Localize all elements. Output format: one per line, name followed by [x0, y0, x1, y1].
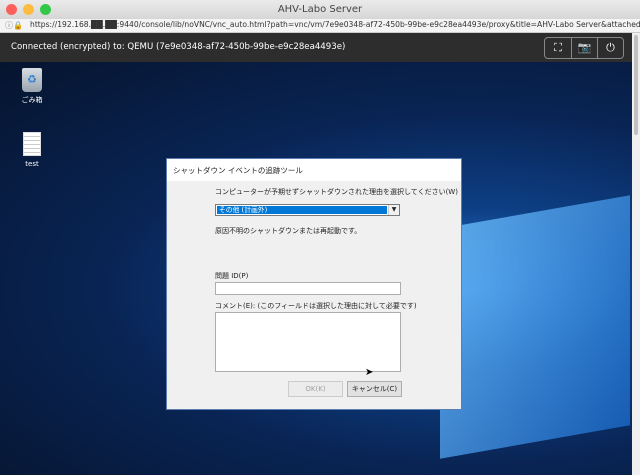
reason-select[interactable]: その他 (計画外) ▼: [215, 204, 400, 216]
scrollbar[interactable]: [632, 33, 640, 475]
url-text[interactable]: https://192.168.██.██:9440/console/lib/n…: [30, 20, 640, 29]
shutdown-event-tracker-dialog: シャットダウン イベントの追跡ツール コンピューターが予期せずシャットダウンされ…: [166, 158, 462, 410]
maximize-window-button[interactable]: [40, 4, 51, 15]
recycle-bin-icon: ♻: [22, 68, 42, 92]
window-titlebar: AHV-Labo Server: [0, 0, 640, 19]
comment-label: コメント(E): (このフィールドは選択した理由に対して必要です): [215, 302, 417, 310]
reason-selected-value: その他 (計画外): [217, 206, 387, 214]
document-icon: [23, 132, 41, 156]
problem-id-label: 問題 ID(P): [215, 272, 249, 280]
power-icon[interactable]: ⏻: [597, 38, 623, 58]
ok-button[interactable]: OK(K): [288, 381, 343, 397]
chevron-down-icon[interactable]: ▼: [388, 205, 399, 215]
address-bar[interactable]: ⓘ🔒 https://192.168.██.██:9440/console/li…: [0, 19, 640, 33]
problem-id-input[interactable]: [215, 282, 401, 295]
camera-icon[interactable]: 📷: [571, 38, 597, 58]
icon-label: test: [25, 160, 39, 168]
comment-textarea[interactable]: [215, 312, 401, 372]
mouse-cursor-icon: ➤: [365, 367, 374, 378]
icon-label: ごみ箱: [21, 96, 43, 104]
info-lock-icon[interactable]: ⓘ🔒: [5, 20, 23, 31]
reason-description: 原因不明のシャットダウンまたは再起動です。: [215, 227, 362, 235]
connection-status: Connected (encrypted) to: QEMU (7e9e0348…: [11, 42, 346, 52]
desktop-icon-test[interactable]: test: [12, 132, 52, 168]
reason-prompt: コンピューターが予期せずシャットダウンされた理由を選択してください(W): [215, 188, 458, 196]
cancel-button[interactable]: キャンセル(C): [347, 381, 402, 397]
windows-logo-wallpaper: [440, 195, 630, 459]
window-title: AHV-Labo Server: [277, 4, 363, 15]
network-icon[interactable]: ⛶: [545, 38, 571, 58]
dialog-title: シャットダウン イベントの追跡ツール: [167, 159, 461, 181]
minimize-window-button[interactable]: [23, 4, 34, 15]
desktop-icon-recycle-bin[interactable]: ♻ ごみ箱: [12, 68, 52, 105]
novnc-toolbar: Connected (encrypted) to: QEMU (7e9e0348…: [0, 33, 632, 62]
close-window-button[interactable]: [6, 4, 17, 15]
